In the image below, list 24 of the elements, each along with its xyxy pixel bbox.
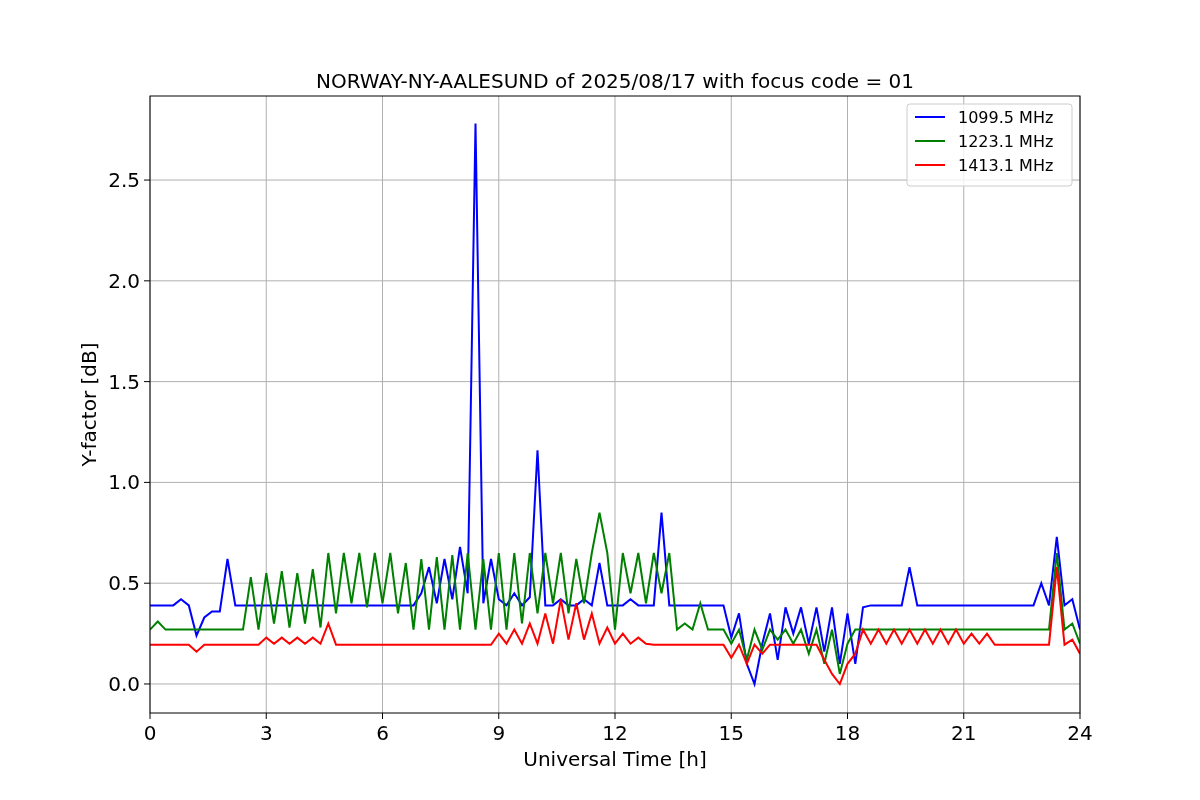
chart-title: NORWAY-NY-AALESUND of 2025/08/17 with focus code = 01: [316, 69, 914, 93]
legend-label: 1099.5 MHz: [958, 108, 1054, 127]
legend-label: 1413.1 MHz: [958, 156, 1054, 175]
x-tick-label: 15: [718, 721, 744, 745]
x-tick-label: 3: [259, 721, 273, 745]
x-tick-label: 9: [492, 721, 506, 745]
legend-line: [914, 140, 946, 142]
x-tick-label: 12: [602, 721, 628, 745]
y-axis-label: Y-factor [dB]: [77, 342, 101, 467]
x-tick-label: 18: [834, 721, 861, 745]
legend-label: 1223.1 MHz: [958, 132, 1054, 151]
x-axis-label: Universal Time [h]: [523, 747, 707, 771]
y-tick-label: 2.5: [108, 168, 140, 193]
x-tick-label: 21: [951, 721, 977, 745]
x-tick-label: 0: [143, 721, 157, 745]
legend-line: [914, 164, 946, 166]
x-tick-label: 6: [376, 721, 389, 745]
y-tick-label: 1.0: [108, 470, 140, 495]
x-tick-label: 24: [1067, 721, 1093, 745]
y-tick-label: 0.0: [108, 671, 140, 696]
y-tick-label: 1.5: [108, 369, 140, 394]
y-tick-label: 2.0: [108, 268, 140, 293]
legend-line: [914, 116, 946, 118]
y-tick-label: 0.5: [108, 571, 140, 596]
